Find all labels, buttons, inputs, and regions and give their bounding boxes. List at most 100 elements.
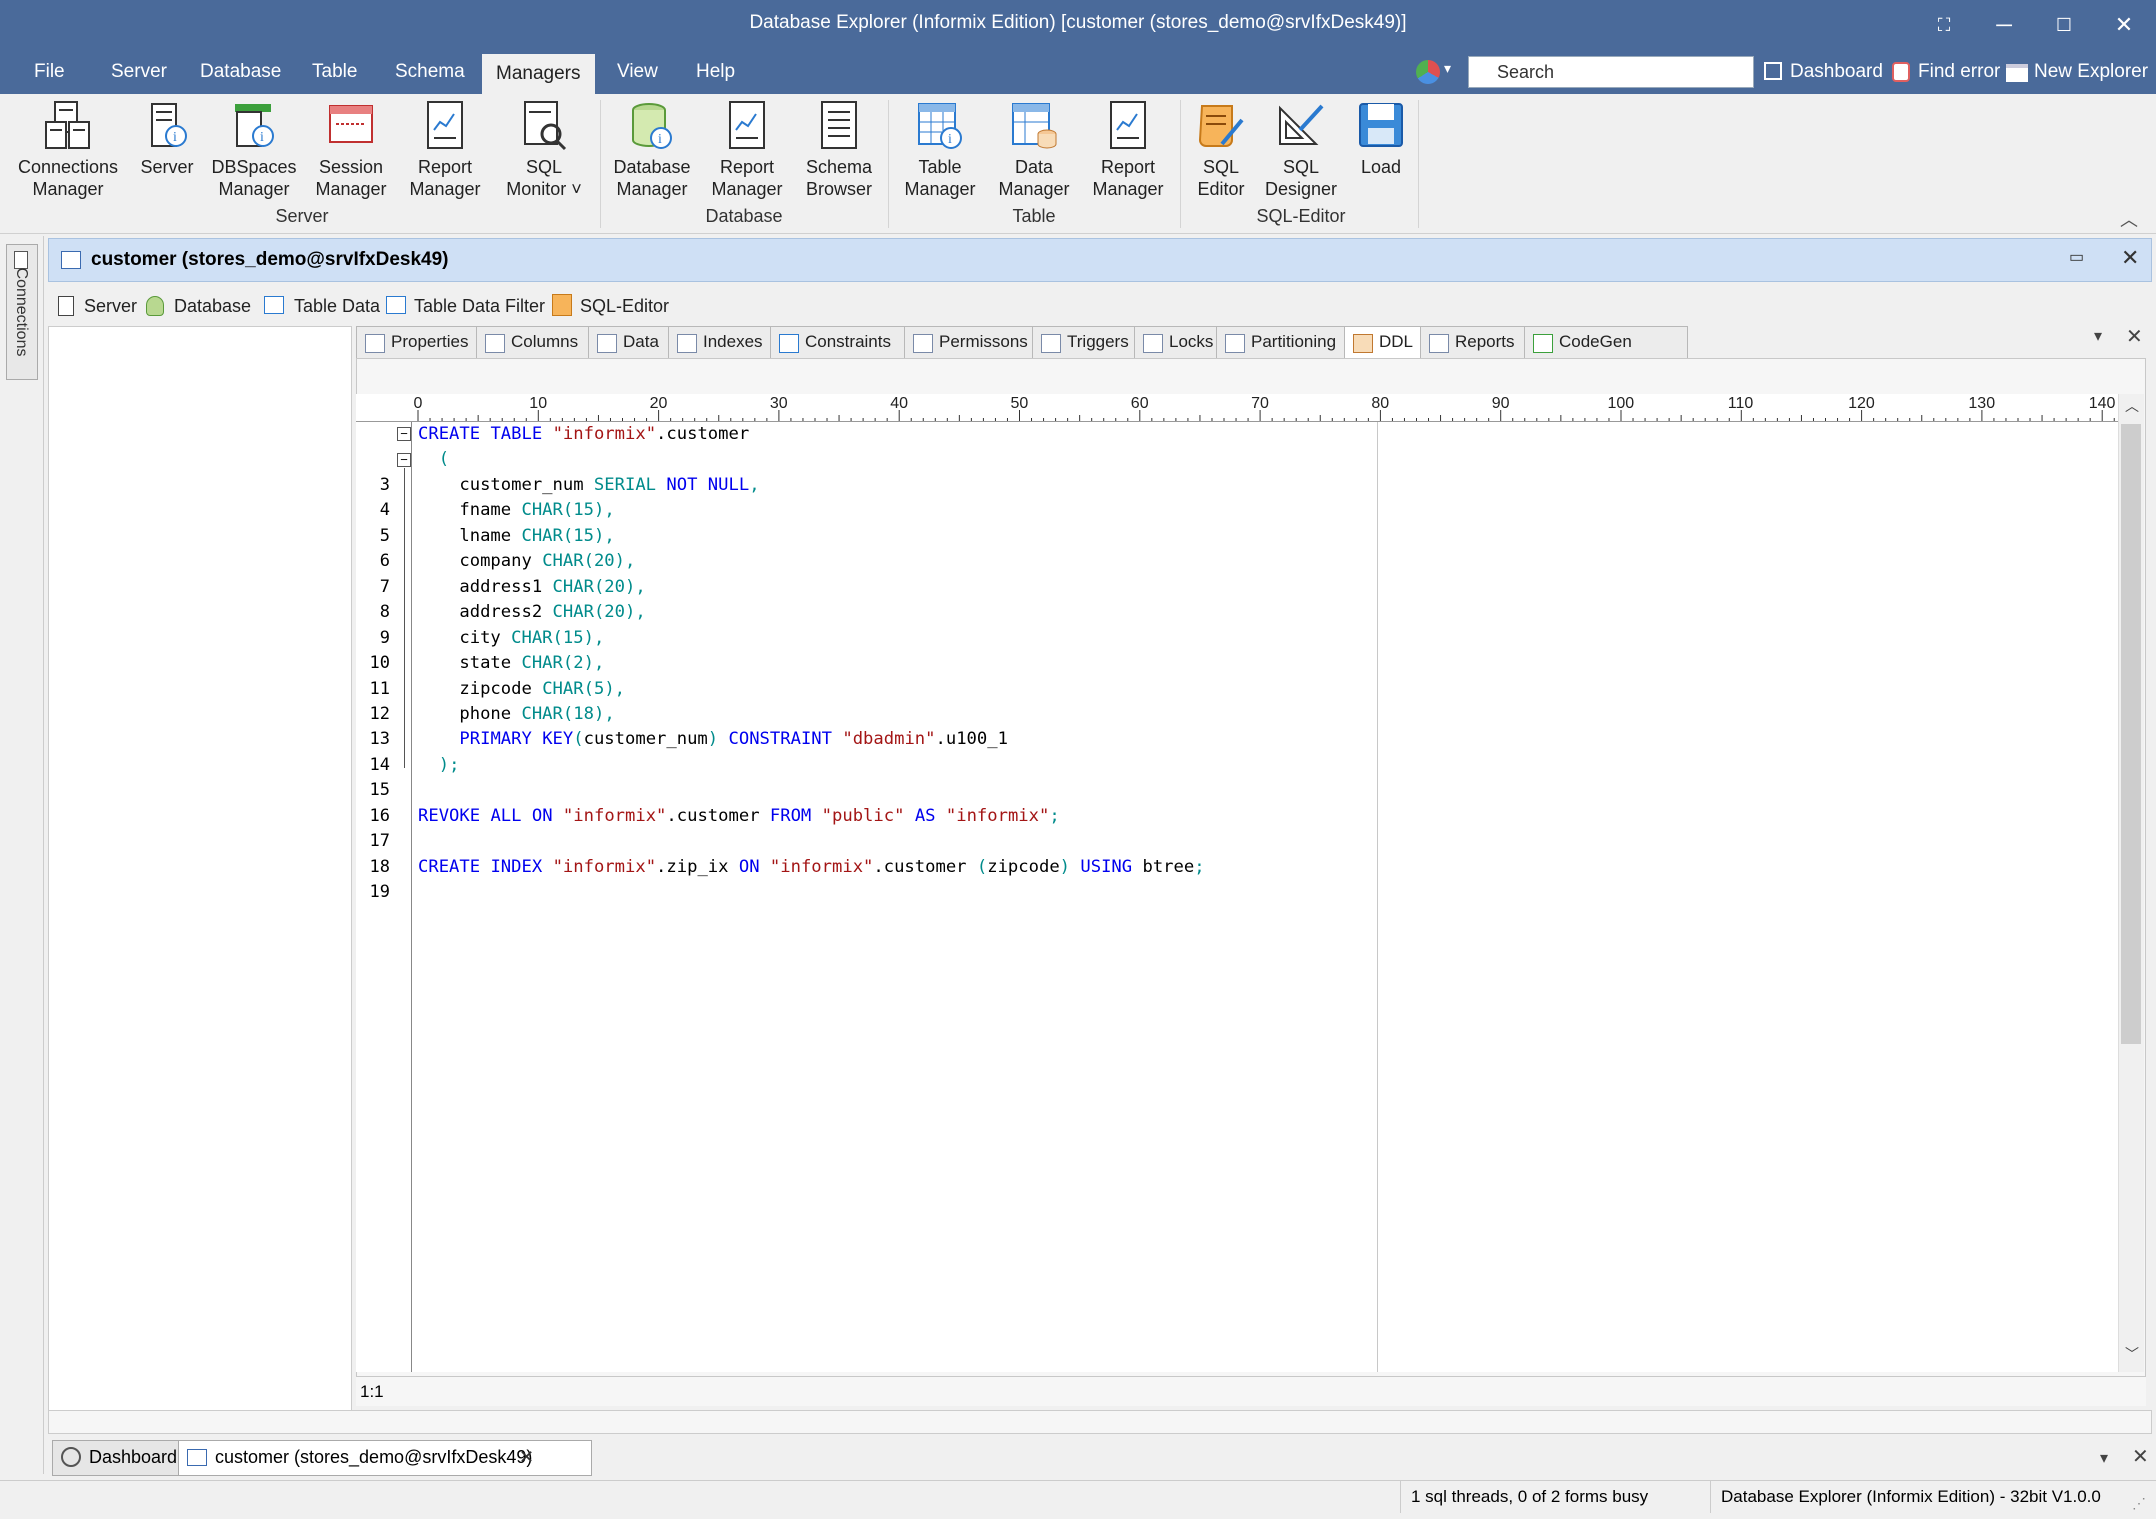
object-tabs: Properties Columns Data Indexes Constrai… (356, 324, 2152, 361)
menu-view[interactable]: View (603, 50, 672, 94)
ruler-tick-label: 80 (1371, 395, 1389, 412)
tab-list-dropdown-icon[interactable]: ▾ (2100, 1448, 2108, 1468)
fold-collapse-icon[interactable]: − (397, 453, 411, 467)
toolbar-server[interactable]: Server (84, 292, 137, 320)
close-document-icon[interactable]: ✕ (2121, 245, 2139, 271)
theme-palette-icon[interactable] (1416, 60, 1440, 84)
schema-browser-button[interactable]: Schema Browser (796, 100, 882, 200)
svg-text:i: i (173, 130, 177, 145)
close-document-tab-icon[interactable]: ✕ (2132, 1444, 2149, 1469)
ribbon-separator (1180, 100, 1181, 228)
line-number: 9 (379, 627, 390, 648)
toolbar-table-data[interactable]: Table Data (294, 292, 380, 320)
code-line: state CHAR(2), (418, 653, 605, 674)
ruler-tick-label: 40 (890, 395, 908, 412)
locks-icon (1143, 334, 1163, 353)
scrollbar-thumb[interactable] (2121, 424, 2141, 1044)
report-icon (427, 101, 463, 149)
menu-table[interactable]: Table (298, 50, 371, 94)
properties-icon (365, 334, 385, 353)
server-icon: i (151, 103, 187, 147)
menu-database[interactable]: Database (186, 50, 295, 94)
chevron-down-icon[interactable]: ▾ (1444, 60, 1451, 77)
tab-list-dropdown-icon[interactable]: ▾ (2094, 326, 2102, 346)
menu-managers[interactable]: Managers (482, 54, 595, 94)
find-error-icon (1892, 62, 1910, 82)
table-manager-button[interactable]: i Table Manager (894, 100, 986, 200)
status-threads: 1 sql threads, 0 of 2 forms busy (1400, 1481, 1727, 1513)
fold-collapse-icon[interactable]: − (397, 427, 411, 441)
object-toolbar: Server Database Table Data Table Data Fi… (48, 286, 2152, 326)
database-report-manager-button[interactable]: Report Manager (702, 100, 792, 200)
table-icon: i (918, 103, 962, 149)
sql-editor-icon (1198, 105, 1244, 147)
line-number: 16 (369, 805, 390, 826)
collapse-ribbon-icon[interactable]: ︿ (2120, 206, 2138, 232)
right-margin-line (1377, 422, 1378, 1372)
connections-manager-button[interactable]: Connections Manager (10, 100, 126, 200)
load-button[interactable]: Load (1346, 100, 1416, 178)
ruler-tick-label: 120 (1848, 395, 1875, 412)
server-button[interactable]: i Server (134, 100, 200, 178)
dbspaces-manager-button[interactable]: i DBSpaces Manager (208, 100, 300, 200)
ruler-tick-label: 140 (2089, 395, 2116, 412)
sql-designer-button[interactable]: SQL Designer (1262, 100, 1340, 200)
database-manager-button[interactable]: i Database Manager (606, 100, 698, 200)
table-icon (187, 1449, 207, 1466)
sql-designer-icon (1279, 104, 1324, 145)
minimize-button[interactable]: ─ (1974, 0, 2034, 50)
bottom-tab-customer[interactable]: customer (stores_demo@srvIfxDesk49) ✕ (178, 1440, 592, 1476)
connections-rail-tab[interactable]: Connections (6, 244, 38, 380)
toolbar-sql-editor[interactable]: SQL-Editor (580, 292, 669, 320)
toolbar-table-data-filter[interactable]: Table Data Filter (414, 292, 545, 320)
menu-schema[interactable]: Schema (381, 50, 479, 94)
scroll-down-icon[interactable]: ﹀ (2125, 1344, 2139, 1364)
session-manager-button[interactable]: Session Manager (306, 100, 396, 200)
close-tab-icon[interactable]: ✕ (519, 1441, 534, 1473)
save-disk-icon (1359, 103, 1403, 147)
ruler-tick-label: 0 (414, 395, 423, 412)
ruler-tick-label: 50 (1011, 395, 1029, 412)
vertical-scrollbar[interactable]: ︿ ﹀ (2118, 394, 2144, 1372)
close-button[interactable]: ✕ (2094, 0, 2154, 50)
dashboard-link[interactable]: Dashboard (1790, 50, 1883, 94)
scroll-up-icon[interactable]: ︿ (2125, 396, 2139, 416)
sql-editor-icon (552, 294, 572, 316)
maximize-button[interactable]: ☐ (2034, 0, 2094, 50)
resize-grip-icon[interactable]: ⋰ (2132, 1487, 2146, 1519)
dashboard-gauge-icon (61, 1447, 81, 1467)
ribbon-group-label-sql-editor: SQL-Editor (1256, 206, 1346, 226)
pin-icon[interactable]: ▭ (2069, 247, 2084, 267)
ruler-tick-label: 10 (529, 395, 547, 412)
menu-server[interactable]: Server (97, 50, 181, 94)
sql-monitor-button[interactable]: SQL Monitor ˅ (494, 100, 594, 200)
code-line: REVOKE ALL ON "informix".customer FROM "… (418, 805, 1060, 826)
menu-help[interactable]: Help (682, 50, 749, 94)
data-manager-button[interactable]: Data Manager (990, 100, 1078, 200)
line-number: 7 (379, 576, 390, 597)
table-report-manager-button[interactable]: Report Manager (1082, 100, 1174, 200)
toolbar-database[interactable]: Database (174, 292, 251, 320)
menu-file[interactable]: File (20, 50, 79, 94)
code-line: CREATE INDEX "informix".zip_ix ON "infor… (418, 856, 1205, 877)
code-line: ( (438, 449, 450, 470)
schema-icon (821, 101, 857, 149)
status-bar: 1 sql threads, 0 of 2 forms busy Databas… (0, 1480, 2156, 1513)
close-tab-icon[interactable]: ✕ (2126, 324, 2143, 349)
report-icon (729, 101, 765, 149)
search-input[interactable]: Search (1468, 56, 1754, 88)
fold-guide-line (404, 468, 405, 768)
tab-codegen[interactable]: CodeGen (1524, 326, 1688, 359)
new-explorer-link[interactable]: New Explorer (2034, 50, 2148, 94)
find-error-link[interactable]: Find error (1918, 50, 2000, 94)
restore-focus-icon[interactable]: ⛶ (1914, 0, 1974, 50)
ribbon-separator (888, 100, 889, 228)
sql-monitor-icon (524, 101, 567, 151)
constraints-icon (779, 334, 799, 353)
ruler-tick-label: 100 (1608, 395, 1635, 412)
ribbon-group-label-table: Table (1012, 206, 1056, 226)
sql-editor-button[interactable]: SQL Editor (1186, 100, 1256, 200)
report-manager-button[interactable]: Report Manager (402, 100, 488, 200)
connections-rail: Connections (0, 236, 44, 1474)
line-number: 4 (379, 500, 390, 521)
